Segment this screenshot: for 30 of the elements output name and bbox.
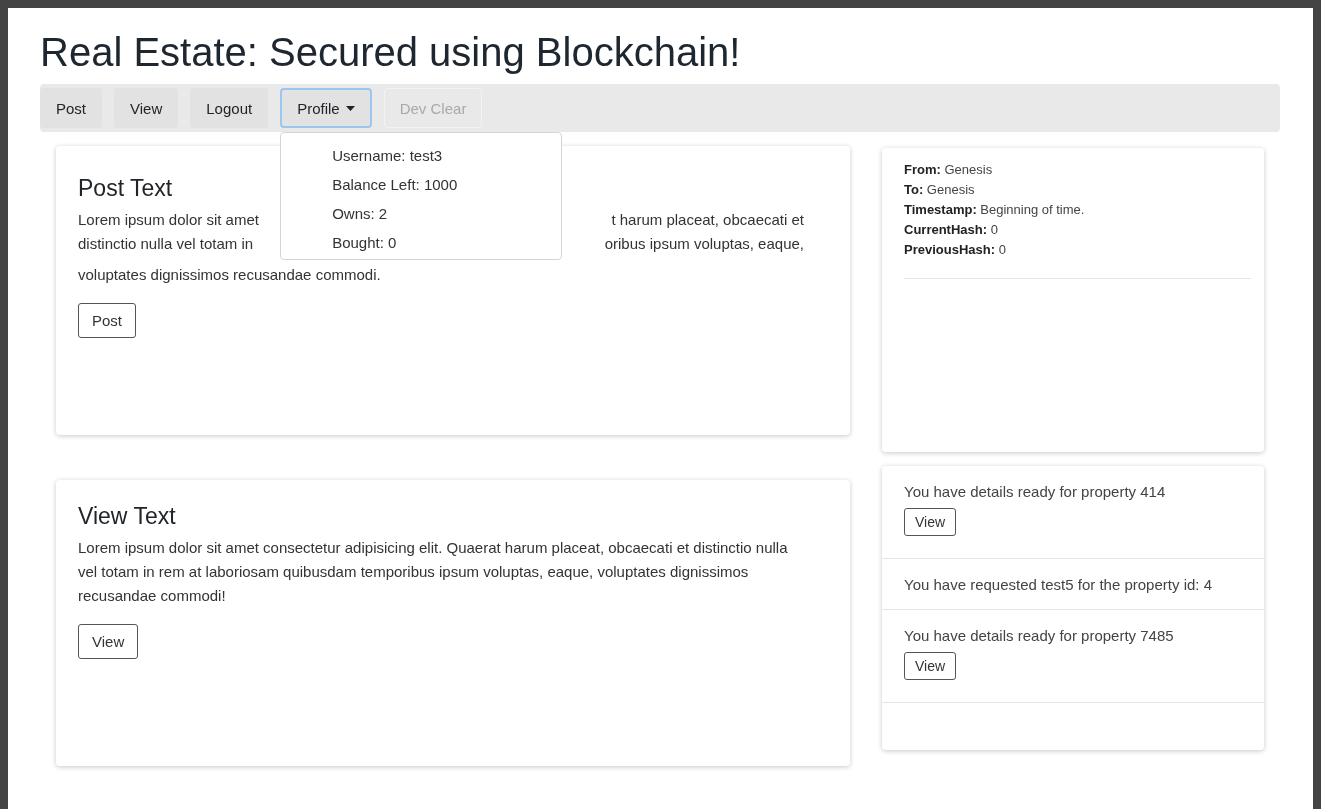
profile-dropdown-button[interactable]: Profile: [280, 88, 372, 128]
menu-item[interactable]: Balance Left: 1000: [281, 170, 562, 199]
paragraph-text: Lorem ipsum dolor sit amet: [78, 210, 259, 230]
view-button[interactable]: View: [904, 652, 957, 680]
caret-icon: [345, 105, 355, 111]
paragraph-text: voluptates dignissimos recusandae commodi.: [78, 265, 382, 285]
block-field: Timestamp: Beginning of time.: [904, 200, 1251, 220]
block-field: From: Genesis: [904, 160, 1251, 180]
menu-item[interactable]: Bought: 0: [281, 228, 562, 257]
paragraph-text: t harum placeat, obcaecati et: [611, 210, 804, 230]
paragraph-text: distinctio nulla vel totam in: [78, 234, 254, 254]
menu-item[interactable]: Owns: 2: [281, 199, 562, 228]
nav-button[interactable]: Logout: [190, 88, 269, 128]
notification-text: You have details ready for property 414: [904, 482, 1167, 502]
block-field: CurrentHash: 0: [904, 220, 1251, 240]
menu-item[interactable]: Username: test3: [281, 141, 562, 170]
card-heading: View Text: [78, 502, 176, 531]
view-button[interactable]: View: [904, 508, 957, 536]
paragraph-text: oribus ipsum voluptas, eaque,: [604, 234, 804, 254]
nav-button[interactable]: Post: [40, 88, 102, 128]
block-field: To: Genesis: [904, 180, 1251, 200]
post-button[interactable]: Post: [78, 303, 136, 338]
nav-button[interactable]: View: [114, 88, 179, 128]
view-button[interactable]: View: [78, 624, 139, 659]
page-title: Real Estate: Secured using Blockchain!: [40, 29, 742, 76]
card-heading: Post Text: [78, 174, 173, 203]
notification-text: You have requested test5 for the property id: 4: [904, 575, 1213, 595]
paragraph-text: Lorem ipsum dolor sit amet consectetur adipisicing elit. Quaerat harum placeat, obcaecati et distinctio nulla vel totam in rem at laboriosam quibusdam temporibus ipsum voluptas, eaque, voluptates dignissimos recusandae commodi!: [78, 538, 789, 606]
notification-text: You have details ready for property 7485: [904, 626, 1175, 646]
block-field: PreviousHash: 0: [904, 240, 1251, 260]
